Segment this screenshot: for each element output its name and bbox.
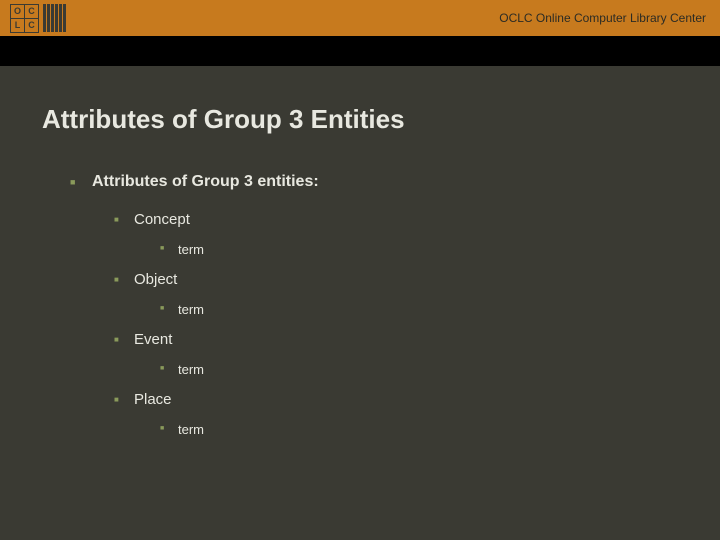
logo-cell: C xyxy=(25,19,38,32)
list-item: Event term xyxy=(134,331,678,377)
list-item-label: Event xyxy=(134,331,172,348)
list-item-label: Concept xyxy=(134,211,190,228)
slide-title: Attributes of Group 3 Entities xyxy=(42,104,678,135)
bullet-list-lvl3: term xyxy=(134,362,678,377)
bullet-list-lvl3: term xyxy=(134,302,678,317)
bullet-list-lvl3: term xyxy=(134,422,678,437)
list-item: Concept term xyxy=(134,211,678,257)
list-item-label: Object xyxy=(134,271,177,288)
logo-grid: O C L C xyxy=(10,4,39,33)
list-item-label: term xyxy=(178,242,204,257)
list-item: term xyxy=(178,302,678,317)
list-item-label: Attributes of Group 3 entities: xyxy=(92,173,319,190)
list-item: Attributes of Group 3 entities: Concept … xyxy=(92,173,678,437)
header-divider xyxy=(0,36,720,66)
logo-cell: O xyxy=(11,5,24,18)
logo-cell: C xyxy=(25,5,38,18)
bullet-list-lvl3: term xyxy=(134,242,678,257)
bullet-list-lvl2: Concept term Object term xyxy=(92,211,678,437)
slide-content: Attributes of Group 3 Entities Attribute… xyxy=(0,66,720,437)
list-item: term xyxy=(178,242,678,257)
oclc-logo: O C L C xyxy=(10,4,66,33)
list-item-label: term xyxy=(178,302,204,317)
bullet-list-lvl1: Attributes of Group 3 entities: Concept … xyxy=(42,173,678,437)
list-item-label: Place xyxy=(134,391,172,408)
logo-bars-icon xyxy=(43,4,66,32)
list-item: term xyxy=(178,422,678,437)
list-item: Object term xyxy=(134,271,678,317)
header-bar: O C L C OCLC Online Computer Library Cen… xyxy=(0,0,720,36)
list-item-label: term xyxy=(178,422,204,437)
logo-cell: L xyxy=(11,19,24,32)
list-item: Place term xyxy=(134,391,678,437)
list-item-label: term xyxy=(178,362,204,377)
list-item: term xyxy=(178,362,678,377)
header-org-text: OCLC Online Computer Library Center xyxy=(499,11,706,25)
